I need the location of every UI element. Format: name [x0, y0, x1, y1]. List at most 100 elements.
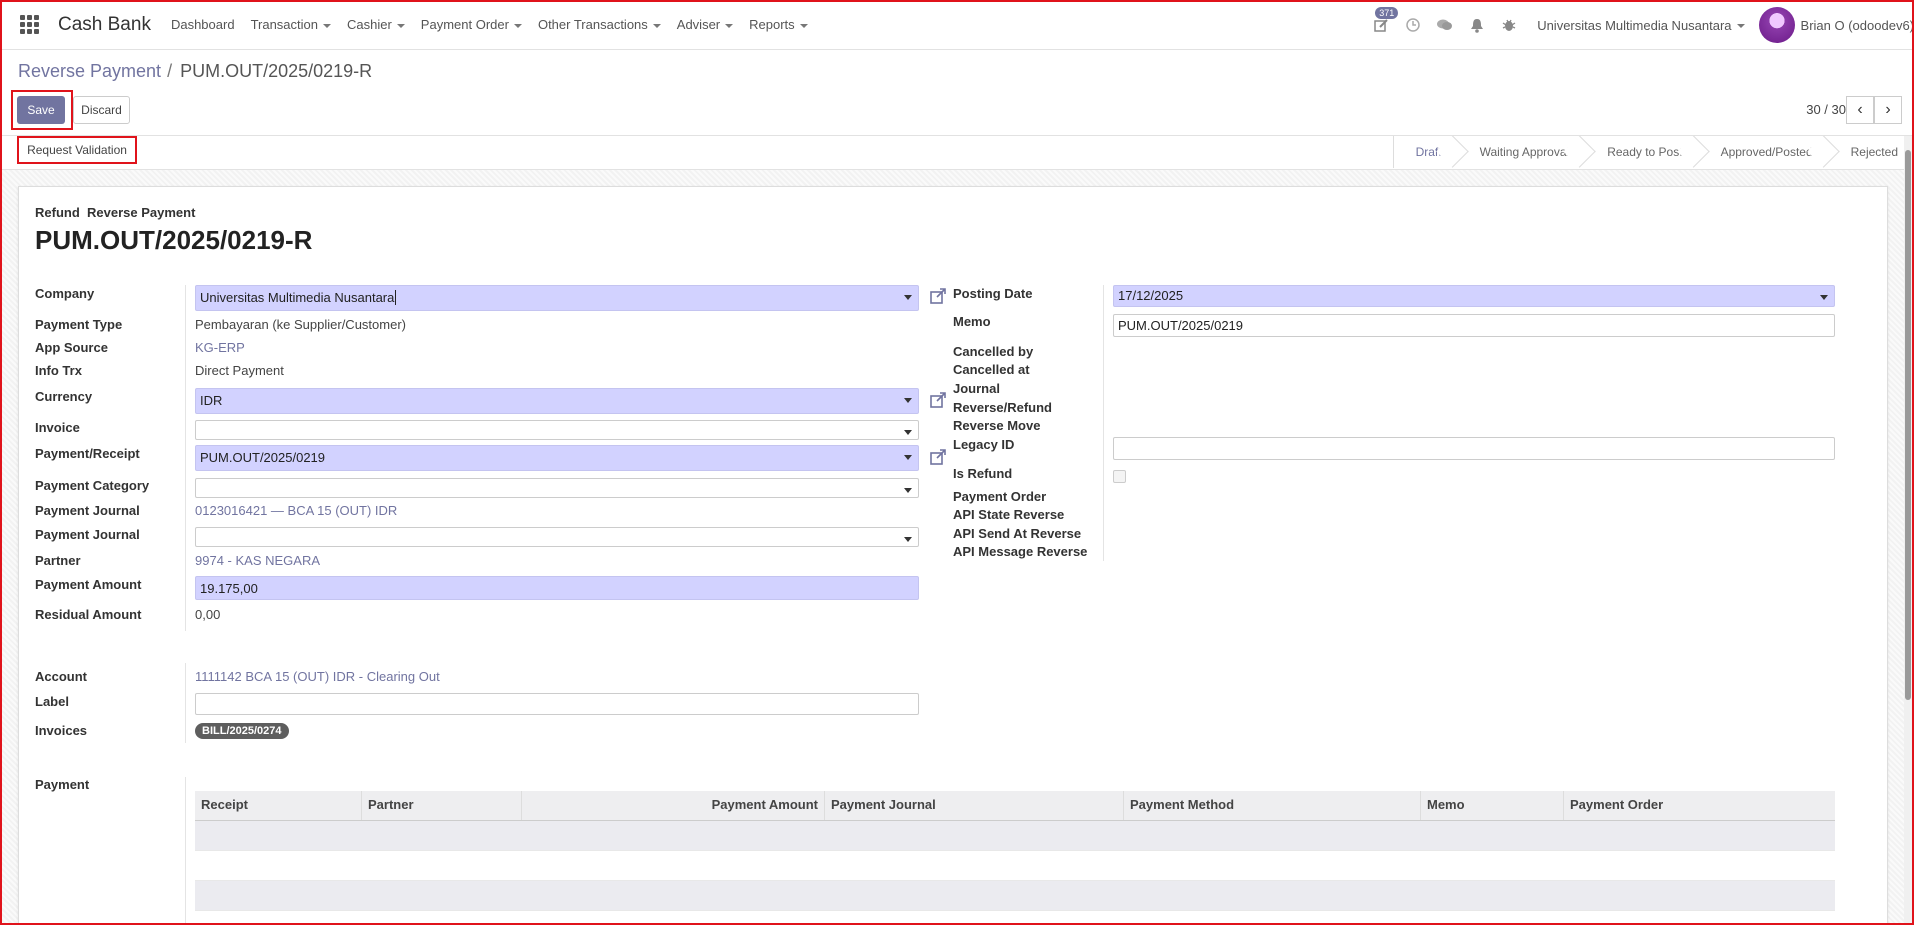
payment-amount-label: Payment Amount — [35, 577, 142, 592]
chat-icon[interactable] — [1429, 0, 1461, 50]
payment-label: Payment — [35, 777, 90, 792]
memo-label: Memo — [953, 314, 991, 329]
api-message-reverse-label: API Message Reverse — [953, 544, 1088, 559]
request-validation-button[interactable]: Request Validation — [17, 136, 137, 164]
currency-external-link-icon[interactable] — [929, 391, 947, 409]
company-select[interactable]: Universitas Multimedia Nusantara — [195, 285, 919, 311]
caret-down-icon — [1736, 24, 1745, 29]
payment-journal-label: Payment Journal — [35, 503, 140, 518]
activity-count-badge: 371 — [1375, 7, 1399, 19]
menu-transaction[interactable]: Transaction — [251, 17, 331, 32]
stage-approved-posted[interactable]: Approved/Posted — [1699, 136, 1829, 168]
app-name[interactable]: Cash Bank — [58, 14, 151, 36]
stage-indicator: Draft Waiting Approval Ready to Post App… — [1392, 136, 1914, 168]
column-payment-amount[interactable]: Payment Amount — [522, 791, 825, 820]
partner-value[interactable]: 9974 - KAS NEGARA — [195, 553, 320, 568]
menu-dashboard[interactable]: Dashboard — [171, 17, 235, 32]
column-payment-method[interactable]: Payment Method — [1124, 791, 1421, 820]
discard-button[interactable]: Discard — [73, 96, 130, 124]
posting-date-value: 17/12/2025 — [1118, 288, 1184, 303]
posting-date-input[interactable]: 17/12/2025 — [1113, 285, 1835, 307]
caret-down-icon — [799, 23, 808, 28]
payment-receipt-select[interactable]: PUM.OUT/2025/0219 — [195, 445, 919, 471]
reverse-refund-label: Reverse/Refund — [953, 400, 1052, 415]
payment-journal-value[interactable]: 0123016421 — BCA 15 (OUT) IDR — [195, 503, 397, 518]
chevron-right-icon: › — [1885, 101, 1891, 118]
payment-type-label: Payment Type — [35, 317, 123, 332]
payment-category-label: Payment Category — [35, 478, 150, 493]
stage-rejected[interactable]: Rejected — [1829, 136, 1914, 168]
memo-input[interactable]: PUM.OUT/2025/0219 — [1113, 314, 1835, 337]
invoices-label: Invoices — [35, 723, 88, 738]
menu-payment-order[interactable]: Payment Order — [421, 17, 522, 32]
column-memo[interactable]: Memo — [1421, 791, 1564, 820]
currency-label: Currency — [35, 389, 93, 404]
save-button[interactable]: Save — [17, 96, 65, 124]
column-partner[interactable]: Partner — [362, 791, 522, 820]
table-row — [195, 881, 1835, 911]
cancelled-by-label: Cancelled by — [953, 344, 1034, 359]
invoice-tag[interactable]: BILL/2025/0274 — [195, 723, 289, 739]
breadcrumb-parent-link[interactable]: Reverse Payment — [18, 61, 161, 81]
payment-journal-2-select[interactable] — [195, 527, 919, 547]
pager-next-button[interactable]: › — [1874, 96, 1902, 124]
currency-select[interactable]: IDR — [195, 388, 919, 414]
company-value: Universitas Multimedia Nusantara — [200, 290, 395, 305]
invoice-select[interactable] — [195, 420, 919, 440]
menu-transaction-label: Transaction — [250, 17, 318, 32]
payment-amount-value: 19.175,00 — [200, 581, 258, 596]
column-payment-order[interactable]: Payment Order — [1564, 791, 1835, 820]
menu-reports[interactable]: Reports — [749, 17, 808, 32]
menu-other-transactions-label: Other Transactions — [537, 17, 648, 32]
app-menu-grid-icon[interactable] — [16, 12, 42, 38]
clock-icon[interactable] — [1397, 0, 1429, 50]
stage-waiting-approval[interactable]: Waiting Approval — [1458, 136, 1586, 168]
user-avatar[interactable] — [1758, 7, 1795, 43]
stage-ready-to-post[interactable]: Ready to Post — [1585, 136, 1698, 168]
bug-icon[interactable] — [1493, 0, 1525, 50]
menu-cashier[interactable]: Cashier — [347, 17, 405, 32]
table-header: Receipt Partner Payment Amount Payment J… — [195, 791, 1835, 821]
payment-category-select[interactable] — [195, 478, 919, 498]
top-navbar: Cash Bank Dashboard Transaction Cashier … — [0, 0, 1914, 50]
legacy-id-input[interactable] — [1113, 437, 1835, 460]
caret-down-icon — [323, 23, 331, 28]
pager-value[interactable]: 30 / 30 — [1806, 102, 1846, 117]
table-row — [195, 821, 1835, 851]
pager-previous-button[interactable]: ‹ — [1846, 96, 1874, 124]
menu-adviser[interactable]: Adviser — [676, 17, 734, 32]
company-external-link-icon[interactable] — [929, 287, 947, 305]
left-separator-2 — [185, 663, 186, 743]
app-source-value[interactable]: KG-ERP — [195, 340, 245, 355]
navbar-right: 371 Universitas Multimedia Nusantara Bri… — [1365, 0, 1914, 50]
bell-icon[interactable] — [1461, 0, 1493, 50]
memo-value: PUM.OUT/2025/0219 — [1118, 318, 1244, 333]
caret-down-icon — [396, 23, 405, 28]
column-receipt[interactable]: Receipt — [195, 791, 362, 820]
residual-amount-label: Residual Amount — [35, 607, 142, 622]
column-payment-journal[interactable]: Payment Journal — [825, 791, 1124, 820]
label-input[interactable] — [195, 693, 919, 715]
user-name[interactable]: Brian O (odoodev6) — [1801, 18, 1914, 33]
menu-cashier-label: Cashier — [347, 17, 392, 32]
is-refund-checkbox[interactable] — [1113, 470, 1126, 483]
left-separator-3 — [185, 777, 186, 925]
form-sheet: Refund Reverse Payment PUM.OUT/2025/0219… — [18, 186, 1888, 925]
payment-amount-input[interactable]: 19.175,00 — [195, 576, 919, 600]
form-subtitle: Refund Reverse Payment — [35, 205, 196, 220]
stage-draft[interactable]: Draft — [1394, 136, 1458, 168]
menu-other-transactions[interactable]: Other Transactions — [538, 17, 661, 32]
payment-receipt-label: Payment/Receipt — [35, 446, 140, 461]
company-switcher[interactable]: Universitas Multimedia Nusantara — [1537, 18, 1745, 33]
account-value[interactable]: 1111142 BCA 15 (OUT) IDR - Clearing Out — [195, 669, 440, 684]
vertical-scrollbar-thumb[interactable] — [1905, 150, 1911, 700]
menu-adviser-label: Adviser — [676, 17, 721, 32]
activity-edit-icon[interactable]: 371 — [1365, 0, 1399, 50]
menu-payment-order-label: Payment Order — [420, 17, 509, 32]
payment-journal-2-label: Payment Journal — [35, 527, 140, 542]
payment-receipt-external-link-icon[interactable] — [929, 448, 947, 466]
payment-order-label: Payment Order — [953, 489, 1047, 504]
payment-receipt-value: PUM.OUT/2025/0219 — [200, 450, 326, 465]
label-label: Label — [35, 694, 69, 709]
payment-table: Receipt Partner Payment Amount Payment J… — [195, 791, 1835, 911]
